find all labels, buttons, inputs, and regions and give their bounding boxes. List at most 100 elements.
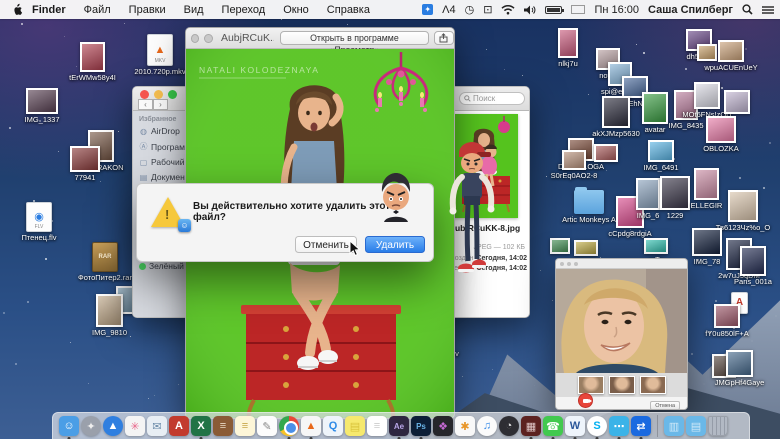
dock-itunes[interactable]: ♫ [477, 416, 497, 436]
russian-flag-icon[interactable] [571, 5, 585, 14]
dock-finder[interactable]: ☺ [59, 416, 79, 436]
filmstrip-thumb-2[interactable] [640, 376, 666, 394]
desktop-icon-8[interactable]: IMG_9810 [96, 294, 123, 327]
dock-chrome[interactable] [279, 416, 299, 436]
desktop-icon-unnamed-34[interactable] [550, 238, 570, 254]
desktop-icon-unnamed-24[interactable] [594, 144, 618, 162]
spotlight-icon[interactable] [742, 4, 753, 15]
dock-word[interactable]: W [565, 416, 585, 436]
close-button[interactable] [560, 262, 564, 266]
desktop-icon-20[interactable]: MOt6FNs!zOU [694, 82, 720, 109]
dock-quicktime[interactable]: Q [323, 416, 343, 436]
desktop-icon-4[interactable]: 77941 [70, 146, 100, 172]
desktop-icon-0[interactable]: tErWMw58y4I [80, 42, 105, 72]
close-button[interactable] [191, 34, 199, 43]
dock-launchpad[interactable]: ✦ [81, 416, 101, 436]
desktop-icon-32[interactable]: Тв6123Чz%о_О [728, 190, 758, 222]
delete-button[interactable]: Удалить [365, 236, 425, 253]
desktop-icon-31[interactable]: ELLEGIR [694, 168, 719, 200]
zoom-button[interactable] [168, 90, 177, 99]
dock-photoshop[interactable]: Ps [411, 416, 431, 436]
menu-item-4[interactable]: Переход [213, 4, 275, 16]
desktop-icon-18[interactable]: avatar [642, 92, 668, 124]
apple-menu-icon[interactable] [12, 3, 23, 16]
desktop-icon-10[interactable]: nlkj7u [558, 28, 578, 58]
desktop-icon-27[interactable]: Artic Monkeys A [574, 190, 604, 214]
dock-stack-1[interactable]: ▥ [664, 416, 684, 436]
dock-messages[interactable]: ⋯ [609, 416, 629, 436]
desktop-icon-33[interactable]: arTu [644, 238, 668, 254]
filmstrip-thumb-1[interactable] [609, 376, 635, 394]
dock-teamviewer[interactable]: ⇄ [631, 416, 651, 436]
desktop-icon-26[interactable]: S0rEq0AO2-8 [562, 150, 586, 170]
user-menu[interactable]: Саша Спилберг [648, 4, 733, 16]
dock-excel[interactable]: X [191, 416, 211, 436]
desktop-icon-22[interactable]: OBLOZKA [706, 116, 736, 143]
desktop-icon-40[interactable]: fY0u850lF+A [714, 304, 740, 328]
wifi-icon[interactable] [501, 4, 515, 15]
desktop-icon-unnamed-12[interactable] [697, 44, 717, 61]
dock-document[interactable]: ≡ [367, 416, 387, 436]
desktop-icon-25[interactable]: IMG_6491 [648, 140, 674, 162]
dock-textedit[interactable]: ✎ [257, 416, 277, 436]
video-action-button[interactable]: Отмена [650, 401, 680, 410]
minimize-button[interactable] [567, 262, 571, 266]
dock-vlc[interactable]: ▲ [301, 416, 321, 436]
dock-notes[interactable]: ≡ [235, 416, 255, 436]
menu-item-2[interactable]: Правки [120, 4, 175, 16]
forward-button[interactable]: › [153, 99, 168, 110]
zoom-button[interactable] [574, 262, 578, 266]
minimize-button[interactable] [154, 90, 163, 99]
desktop-icon-1[interactable]: ▲MKV2010.720p.mkv [147, 34, 173, 66]
share-button[interactable] [434, 31, 454, 45]
desktop-icon-unnamed-21[interactable] [724, 90, 750, 114]
dock-final-cut[interactable]: ❖ [433, 416, 453, 436]
menu-clock[interactable]: Пн 16:00 [594, 4, 639, 16]
fullscreen-button[interactable] [204, 34, 212, 43]
dock-safari[interactable]: ▲ [103, 416, 123, 436]
open-with-preview-button[interactable]: Открыть в программе «Просмотр» [280, 31, 428, 45]
dock-call-app[interactable]: ☎ [543, 416, 563, 436]
dock-red-book[interactable]: A [169, 416, 189, 436]
close-button[interactable] [140, 90, 149, 99]
dock-skype[interactable]: S [587, 416, 607, 436]
keyboard-layout-icon[interactable]: Λ4 [442, 4, 455, 16]
volume-icon[interactable] [524, 5, 536, 15]
dock-after-effects[interactable]: Ae [389, 416, 409, 436]
desktop-icon-unnamed-35[interactable] [574, 240, 598, 256]
display-icon[interactable]: ⊡ [483, 3, 492, 16]
dock-photos[interactable]: ✳ [125, 416, 145, 436]
dock-stack-2[interactable]: ▤ [686, 416, 706, 436]
desktop-icon-2[interactable]: IMG_1337 [26, 88, 58, 114]
camera-button[interactable] [578, 393, 593, 408]
desktop-icon-13[interactable]: wpuACUEnUeY [718, 40, 744, 62]
menu-item-0[interactable]: Finder [23, 4, 75, 16]
desktop-icon-36[interactable]: IMG_78 [692, 228, 722, 256]
dock-trash[interactable] [708, 416, 728, 436]
menu-item-3[interactable]: Вид [175, 4, 213, 16]
notification-center-icon[interactable] [762, 5, 774, 15]
cancel-button[interactable]: Отменить [295, 236, 357, 253]
desktop-icon-17[interactable]: akXJMzp5630 [602, 96, 630, 128]
menu-item-5[interactable]: Окно [274, 4, 318, 16]
desktop-icon-38[interactable]: Paris_001a [740, 246, 766, 276]
menu-item-1[interactable]: Файл [75, 4, 120, 16]
dock-stickies[interactable]: ▤ [345, 416, 365, 436]
desktop-icon-6[interactable]: RARФотоПитер2.rar [92, 242, 118, 272]
clock-widget-icon[interactable]: ◷ [465, 3, 475, 16]
battery-icon[interactable] [545, 6, 562, 14]
search-field[interactable]: Поиск [459, 92, 525, 105]
dock-gauge-app[interactable]: ◔ [499, 416, 519, 436]
dock-dictionary[interactable]: ≡ [213, 416, 233, 436]
desktop-icon-30[interactable]: 1229 [660, 176, 690, 210]
filmstrip-thumb-0[interactable] [578, 376, 604, 394]
back-button[interactable]: ‹ [138, 99, 153, 110]
desktop-icon-5[interactable]: ◉FLVПтенец.flv [26, 202, 52, 232]
dock-mail[interactable]: ✉ [147, 416, 167, 436]
dock-iphoto[interactable]: ✱ [455, 416, 475, 436]
status-app-icon[interactable]: ✦ [422, 4, 433, 15]
menu-item-6[interactable]: Справка [318, 4, 379, 16]
desktop-icon-42[interactable]: JMGpHf4Gaye [726, 350, 753, 377]
dock-grid-app[interactable]: ▦ [521, 416, 541, 436]
desktop-icon-29[interactable]: IMG_6 [636, 178, 660, 210]
